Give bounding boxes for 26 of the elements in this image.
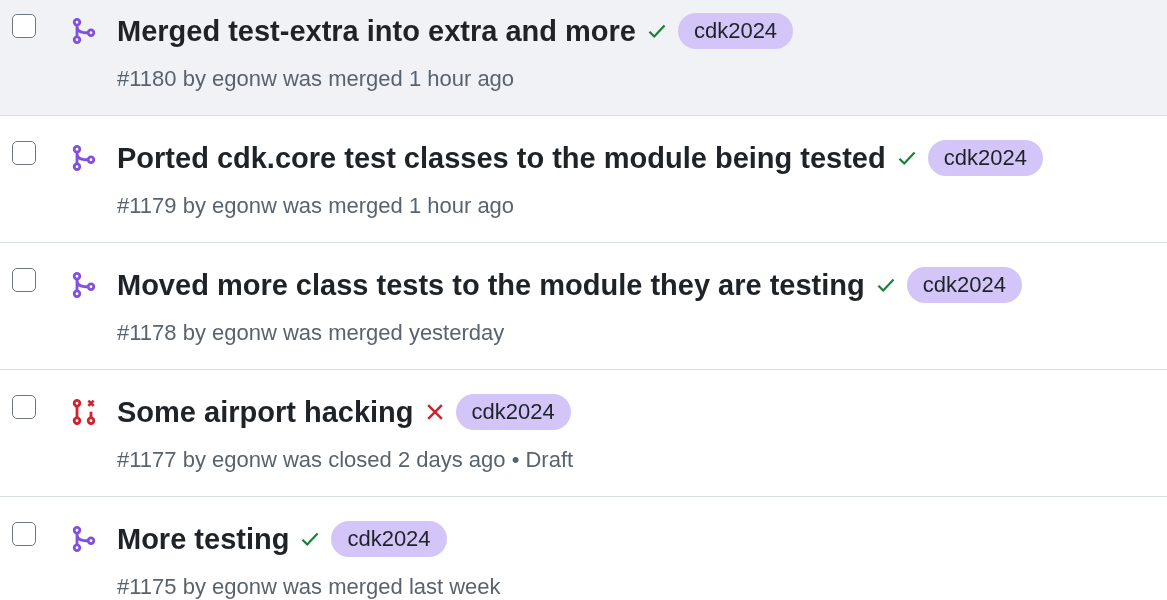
pull-request-meta: #1175 by egonw was merged last week [117, 574, 501, 600]
checkbox[interactable] [12, 141, 36, 165]
label-tag[interactable]: cdk2024 [455, 394, 571, 430]
checkbox[interactable] [12, 268, 36, 292]
checkbox[interactable] [12, 522, 36, 546]
label-tag[interactable]: cdk2024 [331, 521, 447, 557]
label-tag[interactable]: cdk2024 [677, 13, 794, 49]
pull-request-title[interactable]: More testing [117, 522, 290, 556]
label-tag[interactable]: cdk2024 [906, 267, 1022, 303]
pull-request-meta: #1177 by egonw was closed 2 days ago • Draft [117, 447, 574, 473]
merged-pull-request-icon [70, 144, 98, 172]
pull-request-row[interactable]: Merged test-extra into extra and more cdk2024 #1180 by egonw was merged 1 hour ago [0, 0, 1167, 116]
merged-pull-request-icon [70, 271, 98, 299]
pull-request-meta: #1180 by egonw was merged 1 hour ago [117, 66, 516, 92]
pull-request-meta: #1178 by egonw was merged yesterday [117, 320, 506, 346]
closed-pull-request-icon [70, 398, 98, 426]
pull-request-meta: #1179 by egonw was merged 1 hour ago [117, 193, 516, 219]
merged-pull-request-icon [70, 525, 98, 553]
pull-request-title[interactable]: Moved more class tests to the module they are testing [117, 268, 865, 302]
pull-request-title[interactable]: Ported cdk.core test classes to the module being tested [117, 141, 886, 175]
checkbox[interactable] [12, 14, 36, 38]
pull-request-title[interactable]: Merged test-extra into extra and more [117, 14, 636, 48]
pull-request-title[interactable]: Some airport hacking [117, 395, 414, 429]
merged-pull-request-icon [70, 17, 98, 45]
checkbox[interactable] [12, 395, 36, 419]
label-tag[interactable]: cdk2024 [927, 140, 1043, 176]
